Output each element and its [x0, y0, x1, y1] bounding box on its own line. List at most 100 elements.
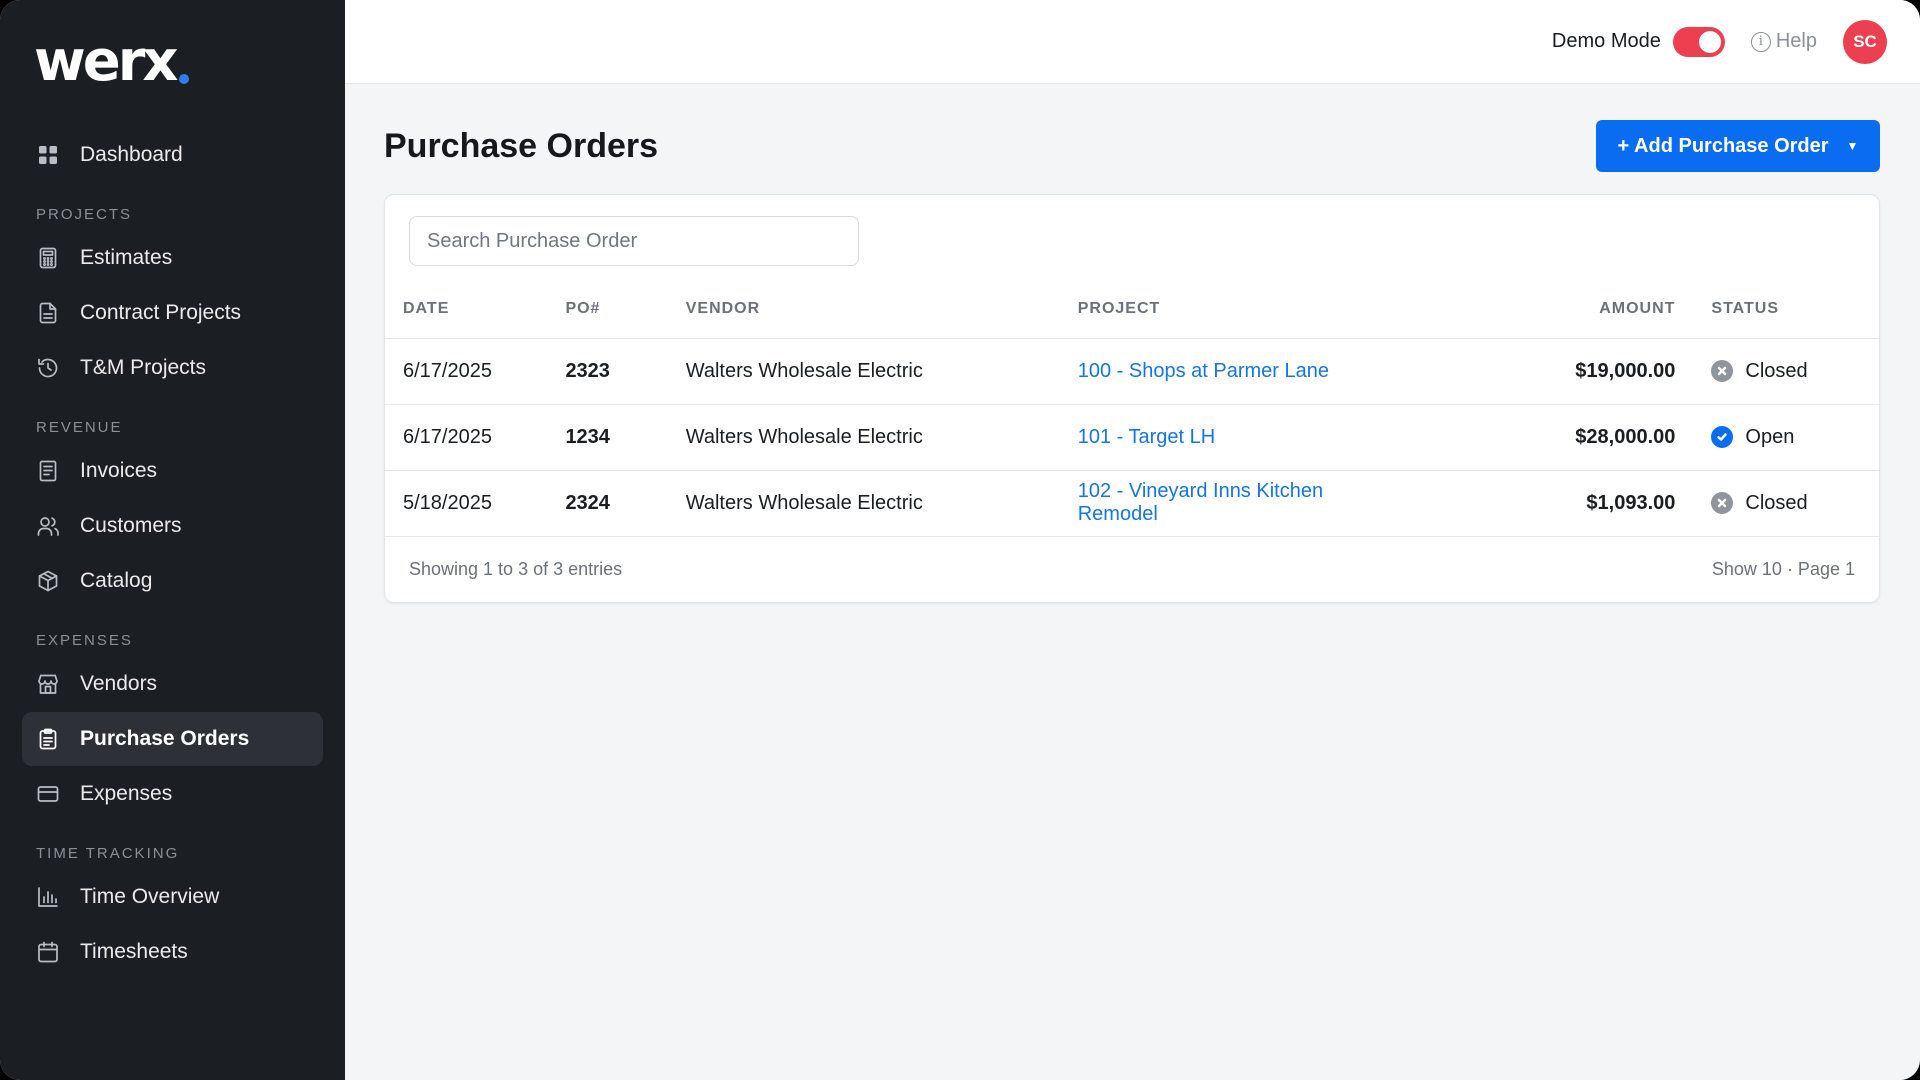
sidebar-item-label: Customers — [80, 514, 182, 537]
sidebar-item-invoices[interactable]: Invoices — [22, 444, 323, 498]
cell-amount: $19,000.00 — [1399, 337, 1712, 404]
table-row[interactable]: 5/18/2025 2324 Walters Wholesale Electri… — [385, 469, 1879, 536]
column-header-project[interactable]: PROJECT — [1078, 280, 1400, 338]
cell-date: 5/18/2025 — [385, 469, 566, 536]
sidebar-item-label: Expenses — [80, 782, 173, 805]
project-link[interactable]: 100 - Shops at Parmer Lane — [1078, 360, 1329, 382]
sidebar-item-label: Dashboard — [80, 143, 183, 166]
sidebar-item-label: Contract Projects — [80, 301, 242, 324]
sidebar-item-customers[interactable]: Customers — [22, 499, 323, 553]
search-input[interactable] — [409, 216, 859, 266]
sidebar-item-label: T&M Projects — [80, 356, 207, 379]
cell-date: 6/17/2025 — [385, 403, 566, 470]
help-link[interactable]: i Help — [1750, 30, 1817, 53]
entries-summary: Showing 1 to 3 of 3 entries — [409, 559, 623, 579]
cell-amount: $28,000.00 — [1399, 403, 1712, 470]
add-purchase-order-button[interactable]: + Add Purchase Order ▼ — [1596, 120, 1880, 172]
sidebar-item-label: Timesheets — [80, 940, 188, 963]
status-label: Closed — [1745, 359, 1808, 382]
project-link[interactable]: 101 - Target LH — [1078, 426, 1216, 448]
sidebar-item-label: Estimates — [80, 246, 173, 269]
closed-x-icon — [1711, 492, 1734, 515]
sidebar-item-catalog[interactable]: Catalog — [22, 554, 323, 608]
status-badge: Closed — [1711, 360, 1879, 383]
history-icon — [36, 356, 60, 380]
sidebar-item-purchase-orders[interactable]: Purchase Orders — [22, 712, 323, 766]
sidebar-item-label: Vendors — [80, 672, 158, 695]
calculator-icon — [36, 246, 60, 270]
sidebar-item-contract-projects[interactable]: Contract Projects — [22, 286, 323, 340]
grid-icon — [36, 143, 60, 167]
cell-po: 1234 — [565, 403, 686, 470]
column-header-po[interactable]: PO# — [565, 280, 685, 338]
avatar[interactable]: SC — [1843, 19, 1887, 64]
section-time-tracking: TIME TRACKING — [36, 845, 180, 862]
closed-x-icon — [1711, 360, 1734, 382]
sidebar-item-estimates[interactable]: Estimates — [22, 231, 323, 285]
project-link[interactable]: 102 - Vineyard Inns Kitchen Remodel — [1078, 480, 1323, 525]
table-row[interactable]: 6/17/2025 1234 Walters Wholesale Electri… — [385, 403, 1879, 470]
users-icon — [36, 514, 60, 538]
column-header-status[interactable]: STATUS — [1711, 280, 1879, 338]
cell-po: 2323 — [565, 337, 686, 404]
app-window: werx Dashboard PROJECTS Estimates Contra… — [0, 0, 1920, 1080]
card-icon — [36, 782, 60, 806]
column-header-amount[interactable]: AMOUNT — [1400, 280, 1711, 338]
cell-vendor: Walters Wholesale Electric — [685, 337, 1078, 404]
section-revenue: REVENUE — [36, 419, 123, 436]
bar-chart-icon — [36, 885, 60, 909]
sidebar-item-dashboard[interactable]: Dashboard — [22, 128, 323, 182]
topbar: Demo Mode i Help SC — [345, 0, 1920, 84]
demo-mode-toggle[interactable] — [1672, 26, 1725, 57]
add-button-label: + Add Purchase Order — [1617, 134, 1829, 157]
logo-dot — [179, 74, 190, 84]
search-container — [385, 195, 1879, 280]
clipboard-icon — [36, 727, 60, 751]
cell-vendor: Walters Wholesale Electric — [685, 469, 1078, 536]
document-icon — [36, 301, 60, 325]
main-area: Demo Mode i Help SC Purchase Orders + Ad… — [345, 0, 1920, 1080]
sidebar: werx Dashboard PROJECTS Estimates Contra… — [0, 0, 345, 1080]
logo-text: werx — [34, 29, 178, 94]
open-check-icon — [1711, 426, 1734, 448]
cell-date: 6/17/2025 — [385, 337, 566, 404]
table-footer: Showing 1 to 3 of 3 entries Show 10 · Pa… — [385, 536, 1879, 602]
sidebar-item-tm-projects[interactable]: T&M Projects — [22, 341, 323, 395]
column-header-vendor[interactable]: VENDOR — [686, 280, 1078, 338]
table-row[interactable]: 6/17/2025 2323 Walters Wholesale Electri… — [385, 337, 1879, 404]
cell-amount: $1,093.00 — [1399, 469, 1712, 536]
invoice-icon — [36, 459, 60, 483]
status-label: Closed — [1745, 491, 1808, 514]
page-header: Purchase Orders + Add Purchase Order ▼ — [384, 120, 1880, 172]
sidebar-item-expenses[interactable]: Expenses — [22, 767, 323, 821]
table-header-row: DATE PO# VENDOR PROJECT AMOUNT STATUS — [385, 280, 1879, 338]
toggle-knob — [1698, 30, 1721, 53]
sidebar-item-label: Catalog — [80, 569, 153, 592]
store-icon — [36, 672, 60, 696]
status-badge: Open — [1711, 426, 1879, 449]
sidebar-item-label: Time Overview — [80, 885, 220, 908]
status-badge: Closed — [1711, 492, 1879, 515]
sidebar-item-time-overview[interactable]: Time Overview — [22, 870, 323, 924]
calendar-icon — [36, 940, 60, 964]
pagination-info[interactable]: Show 10 · Page 1 — [1712, 559, 1855, 580]
section-expenses: EXPENSES — [36, 632, 133, 649]
page-content: Purchase Orders + Add Purchase Order ▼ D… — [345, 84, 1920, 603]
sidebar-item-label: Purchase Orders — [80, 727, 250, 750]
page-title: Purchase Orders — [384, 126, 659, 165]
cell-vendor: Walters Wholesale Electric — [685, 403, 1078, 470]
section-projects: PROJECTS — [36, 206, 133, 223]
werx-logo[interactable]: werx — [34, 29, 323, 94]
help-label: Help — [1775, 30, 1817, 52]
status-label: Open — [1745, 425, 1795, 448]
sidebar-item-label: Invoices — [80, 459, 158, 482]
sidebar-item-timesheets[interactable]: Timesheets — [22, 925, 323, 979]
column-header-date[interactable]: DATE — [385, 280, 565, 338]
purchase-orders-card: DATE PO# VENDOR PROJECT AMOUNT STATUS 6/… — [384, 194, 1880, 603]
chevron-down-icon[interactable]: ▼ — [1847, 139, 1859, 153]
purchase-orders-table: DATE PO# VENDOR PROJECT AMOUNT STATUS 6/… — [385, 280, 1879, 536]
cell-po: 2324 — [565, 469, 686, 536]
info-icon: i — [1750, 31, 1771, 52]
box-icon — [36, 569, 60, 593]
sidebar-item-vendors[interactable]: Vendors — [22, 657, 323, 711]
